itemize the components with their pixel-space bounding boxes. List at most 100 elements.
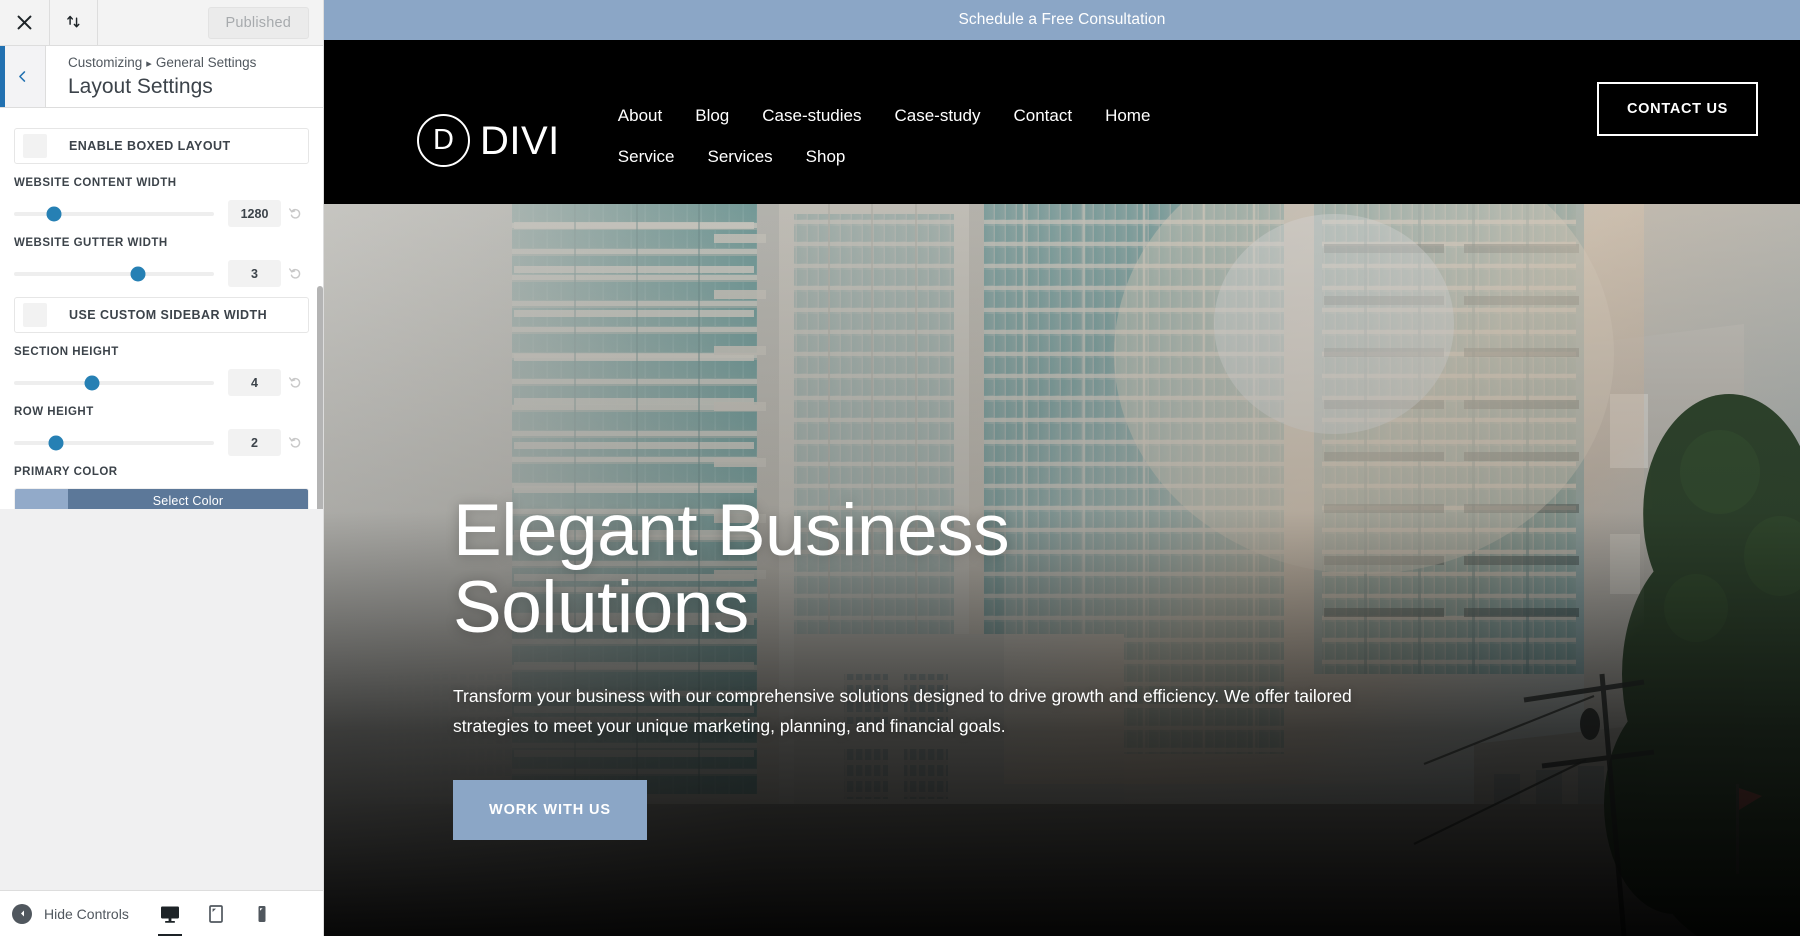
controls-list: ENABLE BOXED LAYOUT WEBSITE CONTENT WIDT… xyxy=(0,108,323,509)
section-height-input[interactable]: 4 xyxy=(228,369,281,396)
nav-link-about[interactable]: About xyxy=(618,106,662,126)
slider-row: 3 xyxy=(14,260,309,287)
nav-link-home[interactable]: Home xyxy=(1105,106,1150,126)
sidebar-scrollbar[interactable] xyxy=(317,108,323,509)
reset-website-content-width-button[interactable] xyxy=(281,206,309,221)
close-icon xyxy=(17,15,32,30)
customizer-topbar: Published xyxy=(0,0,323,46)
control-website-gutter-width: WEBSITE GUTTER WIDTH 3 xyxy=(0,237,323,287)
hero-content: Elegant Business Solutions Transform you… xyxy=(453,493,1720,840)
website-gutter-width-input[interactable]: 3 xyxy=(228,260,281,287)
chevron-left-icon xyxy=(19,71,26,82)
section-height-slider[interactable] xyxy=(14,374,228,392)
logo-mark-icon: D xyxy=(417,114,470,167)
hero-section: Elegant Business Solutions Transform you… xyxy=(324,204,1800,936)
tablet-icon xyxy=(209,904,223,923)
promo-bar-text: Schedule a Free Consultation xyxy=(958,11,1166,28)
slider-row: 4 xyxy=(14,369,309,396)
panel-back-button[interactable] xyxy=(0,46,46,107)
sidebar-scrollbar-thumb[interactable] xyxy=(317,286,323,509)
nav-link-blog[interactable]: Blog xyxy=(695,106,729,126)
customizer-footer: Hide Controls xyxy=(0,890,323,936)
reset-icon xyxy=(288,377,300,388)
desktop-icon xyxy=(161,906,179,923)
slider-knob[interactable] xyxy=(48,435,64,450)
mobile-icon xyxy=(258,905,266,922)
control-label: PRIMARY COLOR xyxy=(14,466,118,478)
website-content-width-slider[interactable] xyxy=(14,205,228,223)
hide-controls-button[interactable]: Hide Controls xyxy=(0,903,129,924)
panel-titles: Customizing ▸ General Settings Layout Sett… xyxy=(46,46,256,107)
work-with-us-button[interactable]: WORK WITH US xyxy=(453,780,647,840)
control-primary-color: PRIMARY COLOR Select Color xyxy=(0,466,323,509)
website-gutter-width-slider[interactable] xyxy=(14,265,228,283)
breadcrumb-separator: ▸ xyxy=(146,58,152,70)
row-height-slider[interactable] xyxy=(14,434,228,452)
nav-link-services[interactable]: Services xyxy=(707,147,772,167)
slider-track[interactable] xyxy=(14,435,214,450)
sidebar-empty-area xyxy=(0,509,323,890)
use-custom-sidebar-width-toggle[interactable]: USE CUSTOM SIDEBAR WIDTH xyxy=(14,297,309,333)
control-label: USE CUSTOM SIDEBAR WIDTH xyxy=(69,308,268,322)
site-navigation: D DIVI About Blog Case-studies Case-stud… xyxy=(324,40,1800,204)
control-label: WEBSITE GUTTER WIDTH xyxy=(14,237,168,249)
reset-icon xyxy=(288,437,300,448)
nav-link-case-study[interactable]: Case-study xyxy=(894,106,980,126)
slider-track[interactable] xyxy=(14,206,214,221)
breadcrumb-section: General Settings xyxy=(155,55,257,70)
breadcrumb-root: Customizing xyxy=(68,55,143,70)
reset-section-height-button[interactable] xyxy=(281,375,309,390)
control-use-custom-sidebar-width: USE CUSTOM SIDEBAR WIDTH xyxy=(0,297,323,333)
nav-link-case-studies[interactable]: Case-studies xyxy=(762,106,861,126)
device-desktop-button[interactable] xyxy=(155,891,185,936)
breadcrumb: Customizing ▸ General Settings xyxy=(68,54,256,72)
slider-knob[interactable] xyxy=(84,375,100,390)
hero-title-line-1: Elegant Business xyxy=(453,490,1010,572)
control-website-content-width: WEBSITE CONTENT WIDTH 1280 xyxy=(0,177,323,227)
nav-link-service[interactable]: Service xyxy=(618,147,675,167)
nav-link-shop[interactable]: Shop xyxy=(806,147,846,167)
contact-us-button[interactable]: CONTACT US xyxy=(1597,82,1758,136)
nav-link-contact[interactable]: Contact xyxy=(1013,106,1072,126)
slider-knob[interactable] xyxy=(130,266,146,281)
slider-track[interactable] xyxy=(14,266,214,281)
collapse-toggle-button[interactable] xyxy=(50,0,98,45)
control-row-height: ROW HEIGHT 2 xyxy=(0,406,323,456)
reset-icon xyxy=(288,208,300,219)
promo-bar[interactable]: Schedule a Free Consultation xyxy=(324,0,1800,40)
site-preview: Schedule a Free Consultation D DIVI Abou… xyxy=(324,0,1800,936)
primary-color-swatch xyxy=(15,489,68,509)
row-height-input[interactable]: 2 xyxy=(228,429,281,456)
control-section-height: SECTION HEIGHT 4 xyxy=(0,346,323,396)
reset-icon xyxy=(288,268,300,279)
primary-color-picker[interactable]: Select Color xyxy=(14,488,309,509)
nav-links: About Blog Case-studies Case-study Conta… xyxy=(618,62,1238,167)
primary-select-color-button[interactable]: Select Color xyxy=(68,489,308,509)
site-logo[interactable]: D DIVI xyxy=(417,114,560,167)
control-enable-boxed-layout: ENABLE BOXED LAYOUT xyxy=(0,128,323,164)
reset-website-gutter-width-button[interactable] xyxy=(281,266,309,281)
hide-controls-label: Hide Controls xyxy=(44,905,129,922)
hero-title-line-2: Solutions xyxy=(453,567,749,649)
control-label: ROW HEIGHT xyxy=(14,406,94,418)
device-mobile-button[interactable] xyxy=(247,891,277,936)
enable-boxed-layout-toggle[interactable]: ENABLE BOXED LAYOUT xyxy=(14,128,309,164)
control-label: WEBSITE CONTENT WIDTH xyxy=(14,177,177,189)
nav-inner: D DIVI About Blog Case-studies Case-stud… xyxy=(324,40,1758,204)
slider-track[interactable] xyxy=(14,375,214,390)
device-tablet-button[interactable] xyxy=(201,891,231,936)
control-label: SECTION HEIGHT xyxy=(14,346,119,358)
customizer-app: Published Customizing ▸ General Settings L… xyxy=(0,0,1800,936)
publish-button[interactable]: Published xyxy=(207,6,309,39)
page-title: Layout Settings xyxy=(68,75,213,99)
logo-text: DIVI xyxy=(480,118,560,163)
hero-title: Elegant Business Solutions xyxy=(453,493,1353,646)
reset-row-height-button[interactable] xyxy=(281,435,309,450)
close-customizer-button[interactable] xyxy=(0,0,50,45)
website-content-width-input[interactable]: 1280 xyxy=(228,200,281,227)
slider-knob[interactable] xyxy=(46,206,62,221)
checkbox-icon[interactable] xyxy=(23,134,47,158)
checkbox-icon[interactable] xyxy=(23,303,47,327)
caret-left-circle-icon xyxy=(12,903,32,924)
